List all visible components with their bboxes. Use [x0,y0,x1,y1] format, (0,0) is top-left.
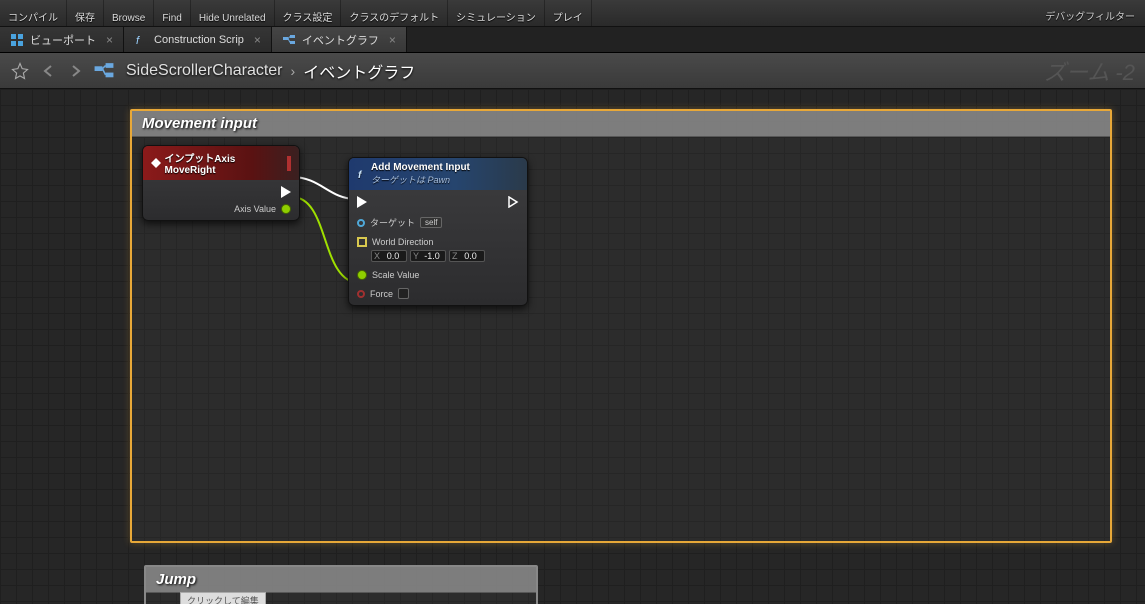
svg-text:f: f [136,35,140,47]
close-icon[interactable]: × [389,33,396,47]
node-subtitle: ターゲットは Pawn [371,173,470,186]
self-pill: self [420,217,442,228]
function-icon: f [134,33,148,47]
compile-button[interactable]: コンパイル [0,0,67,26]
tab-label: イベントグラフ [302,32,379,48]
nav-bar: SideScrollerCharacter › イベントグラフ ズーム -2 [0,53,1145,89]
vector-inputs: X0.0 Y-1.0 Z0.0 [371,250,485,262]
tab-label: ビューポート [30,32,96,48]
comment-title[interactable]: Movement input [132,111,1110,137]
tab-construction-script[interactable]: f Construction Scrip × [124,27,272,52]
pin-label: ターゲット [370,216,415,229]
scale-value-pin[interactable]: Scale Value [357,270,485,280]
vec-y-field[interactable]: Y-1.0 [410,250,446,262]
pin-label: Force [370,289,393,299]
favorite-button[interactable] [6,57,34,85]
play-button[interactable]: プレイ [545,0,592,26]
breadcrumb: SideScrollerCharacter › イベントグラフ [126,59,415,83]
zoom-level: ズーム -2 [1044,55,1135,87]
chevron-right-icon: › [291,63,296,79]
node-header: インプットAxis MoveRight [143,146,299,180]
target-pin[interactable]: ターゲット self [357,216,485,229]
viewport-icon [10,33,24,47]
class-defaults-button[interactable]: クラスのデフォルト [341,0,448,26]
function-icon: f [357,169,367,179]
simulation-button[interactable]: シミュレーション [448,0,545,26]
find-button[interactable]: Find [154,0,190,26]
vec-z-field[interactable]: Z0.0 [449,250,485,262]
node-title: インプットAxis MoveRight [165,150,284,176]
exec-in-pin[interactable] [357,196,485,208]
node-input-axis-moveright[interactable]: インプットAxis MoveRight Axis Value [142,145,300,221]
node-add-movement-input[interactable]: f Add Movement Input ターゲットは Pawn ターゲット s… [348,157,528,306]
pin-label: Scale Value [372,270,419,280]
tab-event-graph[interactable]: イベントグラフ × [272,27,407,52]
exec-out-pin[interactable] [507,196,519,208]
event-icon [151,158,161,168]
graph-type-icon [90,57,118,85]
graph-icon [282,33,296,47]
tab-label: Construction Scrip [154,34,244,46]
breadcrumb-root[interactable]: SideScrollerCharacter [126,62,283,80]
axis-value-pin[interactable]: Axis Value [234,204,291,214]
main-toolbar: コンパイル 保存 Browse Find Hide Unrelated クラス設… [0,0,1145,27]
browse-button[interactable]: Browse [104,0,154,26]
save-button[interactable]: 保存 [67,0,104,26]
close-icon[interactable]: × [254,33,261,47]
debug-filter-label[interactable]: デバッグフィルター [1035,8,1145,26]
world-direction-pin[interactable]: World Direction [357,237,485,247]
graph-canvas[interactable]: Movement input Jump クリックして編集 インプットAxis M… [0,89,1145,604]
comment-title[interactable]: Jump [146,567,536,593]
pin-label: Axis Value [234,204,276,214]
exec-out-pin[interactable] [281,186,291,198]
svg-text:f: f [358,170,363,179]
close-icon[interactable]: × [106,33,113,47]
force-checkbox[interactable] [398,288,409,299]
tab-bar: ビューポート × f Construction Scrip × イベントグラフ … [0,27,1145,53]
breadcrumb-leaf[interactable]: イベントグラフ [303,59,415,83]
nav-forward-button[interactable] [62,57,90,85]
edit-tooltip: クリックして編集 [180,592,266,604]
vec-x-field[interactable]: X0.0 [371,250,407,262]
pin-label: World Direction [372,237,433,247]
nav-back-button[interactable] [34,57,62,85]
delegate-pin[interactable] [287,158,291,169]
force-pin[interactable]: Force [357,288,485,299]
node-header: f Add Movement Input ターゲットは Pawn [349,158,527,190]
class-settings-button[interactable]: クラス設定 [275,0,342,26]
hide-unrelated-button[interactable]: Hide Unrelated [191,0,275,26]
node-title: Add Movement Input [371,162,470,173]
tab-viewport[interactable]: ビューポート × [0,27,124,52]
